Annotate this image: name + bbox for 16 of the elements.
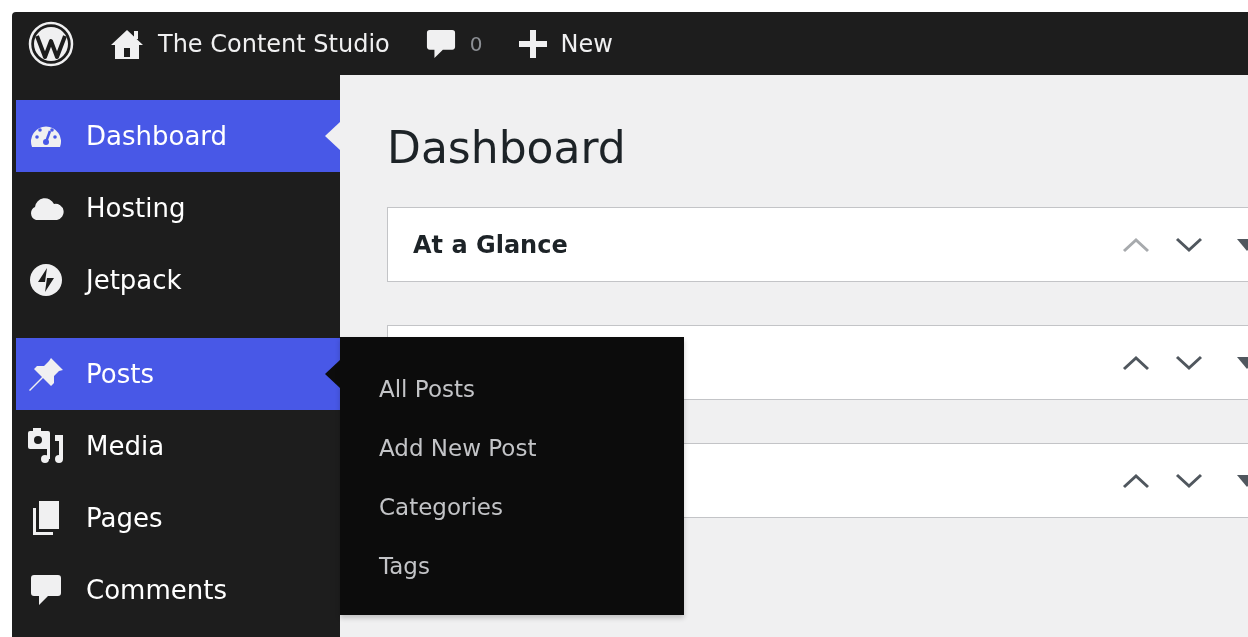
sidebar-menu-item[interactable]: Posts <box>16 338 340 410</box>
sidebar-menu-item[interactable]: Media <box>16 410 340 482</box>
sidebar-menu-item[interactable]: Comments <box>16 554 340 626</box>
page-title: Dashboard <box>387 121 627 175</box>
comment-count[interactable]: 0 <box>469 31 483 56</box>
panel-title: At a Glance <box>413 230 568 259</box>
submenu-item[interactable]: Categories <box>340 477 542 536</box>
sidebar-menu-item[interactable]: Dashboard <box>16 100 340 172</box>
submenu-item[interactable]: All Posts <box>340 359 514 418</box>
site-name-link[interactable]: The Content Studio <box>158 29 390 58</box>
submenu-item[interactable]: Tags <box>340 536 469 595</box>
sidebar-menu-item[interactable]: Jetpack <box>16 244 340 316</box>
sidebar-menu-item[interactable]: Pages <box>16 482 340 554</box>
submenu-item[interactable]: Add New Post <box>340 418 576 477</box>
new-link[interactable]: New <box>560 29 613 58</box>
sidebar-menu-item[interactable]: Hosting <box>16 172 340 244</box>
